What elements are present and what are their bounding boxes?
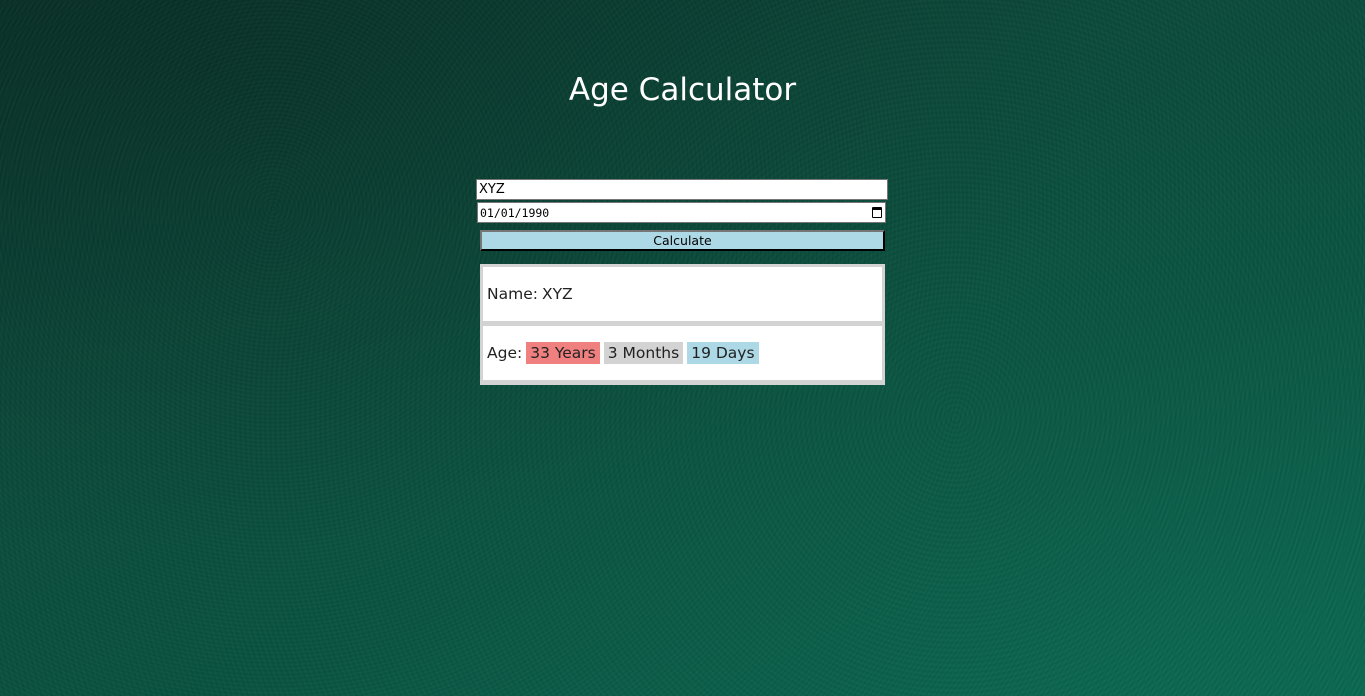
years-badge: 33 Years: [526, 342, 600, 364]
months-badge: 3 Months: [603, 342, 684, 364]
calculate-button[interactable]: Calculate: [480, 230, 885, 251]
age-result-label: Age:: [487, 344, 523, 362]
name-result-label: Name:: [487, 285, 538, 303]
name-result-row: Name: XYZ: [483, 267, 882, 321]
name-result-value: XYZ: [541, 285, 573, 303]
page-title: Age Calculator: [568, 72, 797, 108]
calendar-icon[interactable]: [872, 207, 882, 218]
result-panel: Name: XYZ Age: 33 Years 3 Months 19 Days: [480, 264, 885, 385]
name-input[interactable]: [476, 179, 888, 200]
age-result-row: Age: 33 Years 3 Months 19 Days: [483, 326, 882, 380]
days-badge: 19 Days: [687, 342, 759, 364]
date-of-birth-input[interactable]: 01/01/1990: [477, 202, 886, 223]
date-of-birth-value: 01/01/1990: [480, 205, 550, 220]
